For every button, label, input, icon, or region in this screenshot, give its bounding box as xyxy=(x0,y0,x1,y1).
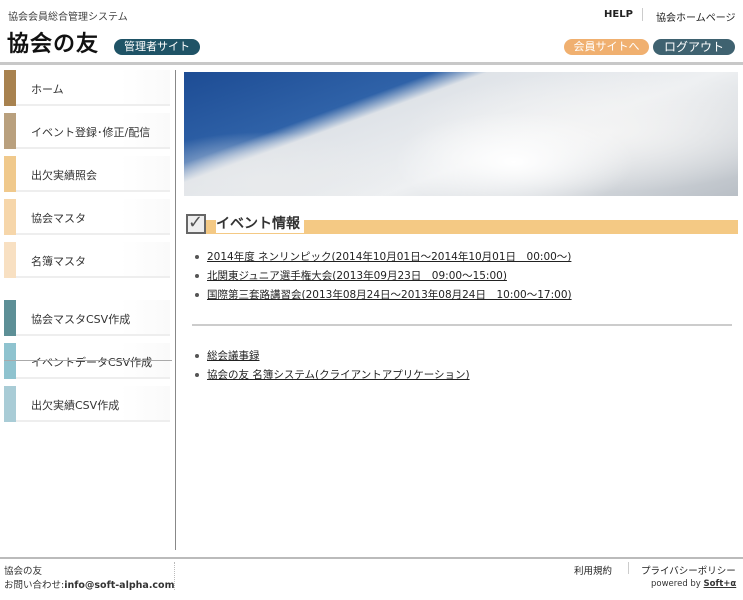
list-item: 協会の友 名簿システム(クライアントアプリケーション) xyxy=(193,367,470,386)
sidebar-item[interactable]: 出欠実績照会 xyxy=(4,156,170,192)
section-heading: ✓ イベント情報 xyxy=(184,212,738,236)
list-item: 2014年度 ネンリンピック(2014年10月01日～2014年10月01日 0… xyxy=(193,249,572,268)
privacy-link[interactable]: プライバシーポリシー xyxy=(641,563,736,577)
color-bar-icon xyxy=(4,113,16,149)
contact-label: お問い合わせ: xyxy=(4,580,65,591)
color-bar-icon xyxy=(4,386,16,422)
list-item: 国際第三套路講習会(2013年08月24日～2013年08月24日 10:00～… xyxy=(193,287,572,306)
divider xyxy=(174,562,175,590)
powered-by: powered by Soft+α xyxy=(651,579,737,589)
logout-button[interactable]: ログアウト xyxy=(653,39,735,55)
terms-link[interactable]: 利用規約 xyxy=(574,563,612,577)
color-bar-icon xyxy=(4,300,16,336)
list-item: 北関東ジュニア選手権大会(2013年09月23日 09:00～15:00) xyxy=(193,268,572,287)
checkbox-icon: ✓ xyxy=(186,214,206,234)
sidebar-item-label: 名簿マスタ xyxy=(31,255,86,268)
sidebar-item-label: 協会マスタ xyxy=(31,212,86,225)
homepage-link[interactable]: 協会ホームページ xyxy=(656,9,736,24)
color-bar-icon xyxy=(4,343,16,379)
color-bar-icon xyxy=(4,70,16,106)
event-link[interactable]: 2014年度 ネンリンピック(2014年10月01日～2014年10月01日 0… xyxy=(207,251,571,263)
sidebar-divider xyxy=(4,360,172,361)
system-name: 協会会員総合管理システム xyxy=(8,12,128,23)
sidebar: ホームイベント登録･修正/配信 出欠実績照会 協会マスタ名簿マスタ協会マスタCSV作… xyxy=(0,70,176,550)
help-link[interactable]: HELP xyxy=(604,9,633,20)
member-site-button[interactable]: 会員サイトへ xyxy=(564,39,649,55)
brand-link[interactable]: Soft+α xyxy=(704,579,737,589)
minutes-link[interactable]: 総会議事録 xyxy=(207,350,260,362)
sidebar-item[interactable]: 協会マスタ xyxy=(4,199,170,235)
footer-divider xyxy=(0,557,743,559)
color-bar-icon xyxy=(4,199,16,235)
divider xyxy=(628,562,629,574)
admin-site-badge: 管理者サイト xyxy=(114,39,200,55)
sidebar-item[interactable]: 協会マスタCSV作成 xyxy=(4,300,170,336)
sidebar-item-label: 協会マスタCSV作成 xyxy=(31,313,131,326)
sky-banner-image xyxy=(184,72,738,196)
contact-email[interactable]: info@soft-alpha.com xyxy=(64,580,174,591)
sidebar-item-label: 出欠実績照会 xyxy=(31,169,97,182)
list-item: 総会議事録 xyxy=(193,348,470,367)
sidebar-item[interactable]: ホーム xyxy=(4,70,170,106)
event-link[interactable]: 国際第三套路講習会(2013年08月24日～2013年08月24日 10:00～… xyxy=(207,289,572,301)
header-divider xyxy=(0,62,743,65)
divider xyxy=(192,324,732,326)
document-list: 総会議事録 協会の友 名簿システム(クライアントアプリケーション) xyxy=(193,348,470,386)
logo[interactable]: 協会の友 xyxy=(7,26,99,58)
color-bar-icon xyxy=(4,156,16,192)
sidebar-item[interactable]: イベントデータCSV作成 xyxy=(4,343,170,379)
sidebar-item-label: イベントデータCSV作成 xyxy=(31,356,153,369)
sidebar-item-label: ホーム xyxy=(31,83,64,96)
sidebar-item[interactable]: イベント登録･修正/配信 xyxy=(4,113,170,149)
sidebar-item-label: 出欠実績CSV作成 xyxy=(31,399,120,412)
color-bar-icon xyxy=(4,242,16,278)
sidebar-item[interactable]: 名簿マスタ xyxy=(4,242,170,278)
footer-org: 協会の友 xyxy=(4,566,43,577)
footer-contact: お問い合わせ:info@soft-alpha.com xyxy=(4,577,175,591)
divider xyxy=(642,8,643,21)
client-app-link[interactable]: 協会の友 名簿システム(クライアントアプリケーション) xyxy=(207,369,470,381)
event-list: 2014年度 ネンリンピック(2014年10月01日～2014年10月01日 0… xyxy=(193,249,572,306)
event-link[interactable]: 北関東ジュニア選手権大会(2013年09月23日 09:00～15:00) xyxy=(207,270,507,282)
section-title: イベント情報 xyxy=(216,213,304,233)
sidebar-item[interactable]: 出欠実績CSV作成 xyxy=(4,386,170,422)
sidebar-item-label: イベント登録･修正/配信 xyxy=(31,126,151,139)
